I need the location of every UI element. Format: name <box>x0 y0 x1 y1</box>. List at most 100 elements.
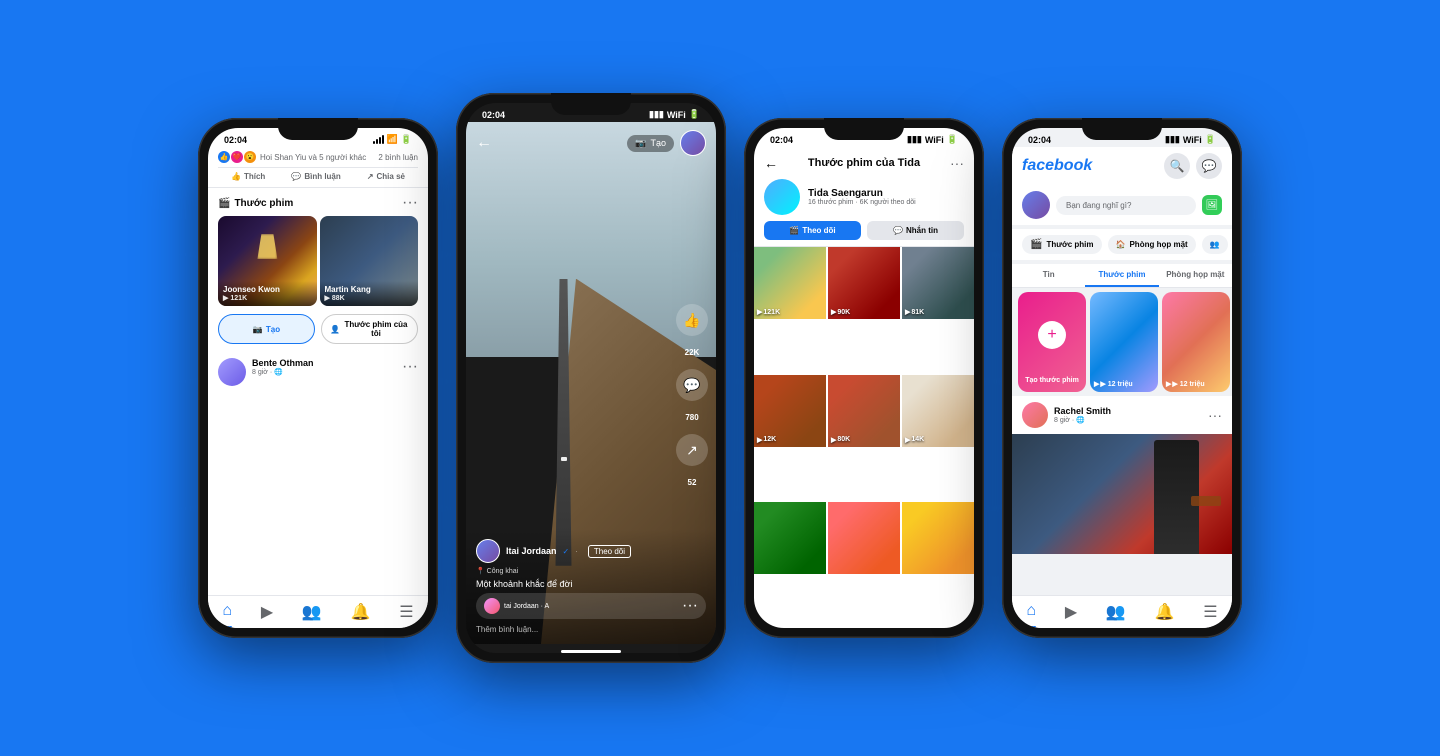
reel-2-author: Martin Kang <box>325 285 414 294</box>
create-reel-button[interactable]: 📷 Tạo <box>218 314 315 344</box>
nav-group-4[interactable]: 👥 <box>1106 602 1126 622</box>
nav-home-1[interactable]: ⌂ <box>222 602 232 622</box>
nav-bell-1[interactable]: 🔔 <box>351 602 371 622</box>
more-icon-2[interactable]: ··· <box>682 597 698 615</box>
post-card-image <box>1012 434 1232 554</box>
story-input[interactable]: Bạn đang nghĩ gì? <box>1056 196 1196 215</box>
reels-grid-1: Joonseo Kwon ▶ 121K Martin Kang ▶ <box>208 216 428 306</box>
reel-creator-avatar <box>476 539 500 563</box>
like-button[interactable]: 👍 Thích <box>231 172 265 181</box>
more-button-post[interactable]: ··· <box>402 358 418 376</box>
status-time-3: 02:04 <box>770 135 793 145</box>
wifi-4: WiFi <box>1183 135 1202 145</box>
bottom-nav-1: ⌂ ▶ 👥 🔔 ☰ <box>208 595 428 628</box>
back-button-3[interactable]: ← <box>764 155 778 171</box>
post-avatar-1 <box>218 358 246 386</box>
tab-thuocphim[interactable]: Thước phim <box>1085 264 1158 287</box>
quick-more[interactable]: 👥 <box>1202 235 1228 254</box>
lantern-shape <box>257 234 277 259</box>
messenger-button-4[interactable]: 💬 <box>1196 153 1222 179</box>
more-button-1[interactable]: ··· <box>402 194 418 212</box>
verified-icon: ✓ <box>563 547 570 556</box>
reel-cell-3[interactable]: ▶ 81K <box>902 247 974 319</box>
rooms-label: Phòng họp mặt <box>1129 240 1187 249</box>
follow-icon: 🎬 <box>789 226 799 235</box>
reel-cell-2[interactable]: ▶ 90K <box>828 247 900 319</box>
message-button-3[interactable]: 💬 Nhắn tin <box>867 221 964 240</box>
reel-card-1[interactable]: ▶ ▶ 12 triệu <box>1090 292 1158 392</box>
rooms-icon: 🏠 <box>1116 240 1126 249</box>
quick-reels[interactable]: 🎬 Thước phim <box>1022 235 1102 254</box>
post-card-user: Rachel Smith 8 giờ · 🌐 <box>1022 402 1111 428</box>
my-reels-button[interactable]: 👤 Thước phim của tôi <box>321 314 418 344</box>
phone-2: 02:04 ▮▮▮ WiFi 🔋 <box>456 93 726 663</box>
nav-home-4[interactable]: ⌂ <box>1026 602 1036 622</box>
menu-icon-1: ☰ <box>399 602 413 622</box>
reel-cell-1[interactable]: ▶ 121K <box>754 247 826 319</box>
photo-story-icon[interactable]: 🖼 <box>1202 195 1222 215</box>
more-quick-icon: 👥 <box>1210 240 1220 249</box>
more-button-4[interactable]: ··· <box>1208 407 1222 423</box>
reels-title: 🎬 Thước phim <box>218 198 293 209</box>
play-icon-c3: ▶ <box>905 308 910 316</box>
reel-cell-8[interactable] <box>828 502 900 574</box>
follow-button-2[interactable]: Theo dõi <box>588 545 631 558</box>
share-action[interactable]: ↗ <box>676 434 708 466</box>
reel-cell-5[interactable]: ▶ 80K <box>828 375 900 447</box>
comment-placeholder[interactable]: Thêm bình luận... <box>476 625 706 634</box>
more-button-3[interactable]: ··· <box>950 155 964 171</box>
back-button-2[interactable]: ← <box>476 134 492 152</box>
quick-rooms[interactable]: 🏠 Phòng họp mặt <box>1108 235 1196 254</box>
nav-group-1[interactable]: 👥 <box>302 602 322 622</box>
reel-cell-7[interactable] <box>754 502 826 574</box>
reel-cell-4[interactable]: ▶ 12K <box>754 375 826 447</box>
fb-header: facebook 🔍 💬 <box>1012 147 1232 185</box>
create-reel-card[interactable]: + Tạo thước phim <box>1018 292 1086 392</box>
fb-header-icons: 🔍 💬 <box>1164 153 1222 179</box>
phone-notch-2 <box>551 93 631 115</box>
reel-thumb-2[interactable]: Martin Kang ▶ 88K <box>320 216 419 306</box>
share-button[interactable]: ↗ Chia sẻ <box>367 172 405 181</box>
reel-cell-9[interactable] <box>902 502 974 574</box>
reel-views-6: ▶ 14K <box>905 436 924 444</box>
comment-preview-text: tai Jordaan · A <box>504 603 678 610</box>
create-row: 📷 Tạo 👤 Thước phim của tôi <box>208 306 428 352</box>
status-icons-4: ▮▮▮ WiFi 🔋 <box>1165 134 1216 145</box>
status-icons-3: ▮▮▮ WiFi 🔋 <box>907 134 958 145</box>
comment-action[interactable]: 💬 <box>676 369 708 401</box>
reel-video-area[interactable]: ← 📷 Tạo 👍 22K 💬 780 ↗ <box>466 122 716 644</box>
reel-count-2: ▶ 12 triệu <box>1172 380 1204 388</box>
nav-menu-1[interactable]: ☰ <box>399 602 413 622</box>
user-avatar-2 <box>680 130 706 156</box>
separator: · <box>575 547 578 556</box>
nav-bell-4[interactable]: 🔔 <box>1155 602 1175 622</box>
signal-4: ▮▮▮ <box>1165 134 1180 145</box>
nav-menu-4[interactable]: ☰ <box>1203 602 1217 622</box>
follow-button-3[interactable]: 🎬 Theo dõi <box>764 221 861 240</box>
search-button-4[interactable]: 🔍 <box>1164 153 1190 179</box>
comment-button[interactable]: 💬 Bình luận <box>291 172 340 181</box>
my-reels-label: Thước phim của tôi <box>343 320 409 338</box>
phonghopmat-label: Phòng họp mặt <box>1166 270 1224 279</box>
like-action[interactable]: 👍 <box>676 304 708 336</box>
tab-phonghopmat[interactable]: Phòng họp mặt <box>1159 264 1232 287</box>
tab-tin[interactable]: Tin <box>1012 264 1085 287</box>
nav-reel-1[interactable]: ▶ <box>261 602 273 622</box>
create-reel-label: Tạo thước phim <box>1025 377 1079 384</box>
reel-thumb-1[interactable]: Joonseo Kwon ▶ 121K <box>218 216 317 306</box>
reel-icon-4: ▶ <box>1065 602 1077 622</box>
create-top-label: Tạo <box>650 138 666 148</box>
reel-cell-6[interactable]: ▶ 14K <box>902 375 974 447</box>
phone-3: 02:04 ▮▮▮ WiFi 🔋 ← Thước phim của Tida ·… <box>744 118 984 638</box>
msg-icon: 💬 <box>893 226 903 235</box>
create-top-btn[interactable]: 📷 Tạo <box>627 135 674 152</box>
quick-actions-row: 🎬 Thước phim 🏠 Phòng họp mặt 👥 <box>1012 229 1232 260</box>
film-icon: 🎬 <box>218 198 230 209</box>
reel-1-views: ▶ 121K <box>223 294 312 302</box>
active-indicator-4 <box>1026 626 1036 628</box>
bell-icon-1: 🔔 <box>351 602 371 622</box>
reel-card-2[interactable]: ▶ ▶ 12 triệu <box>1162 292 1230 392</box>
nav-reel-4[interactable]: ▶ <box>1065 602 1077 622</box>
status-time-1: 02:04 <box>224 135 247 145</box>
car-element <box>561 457 567 461</box>
